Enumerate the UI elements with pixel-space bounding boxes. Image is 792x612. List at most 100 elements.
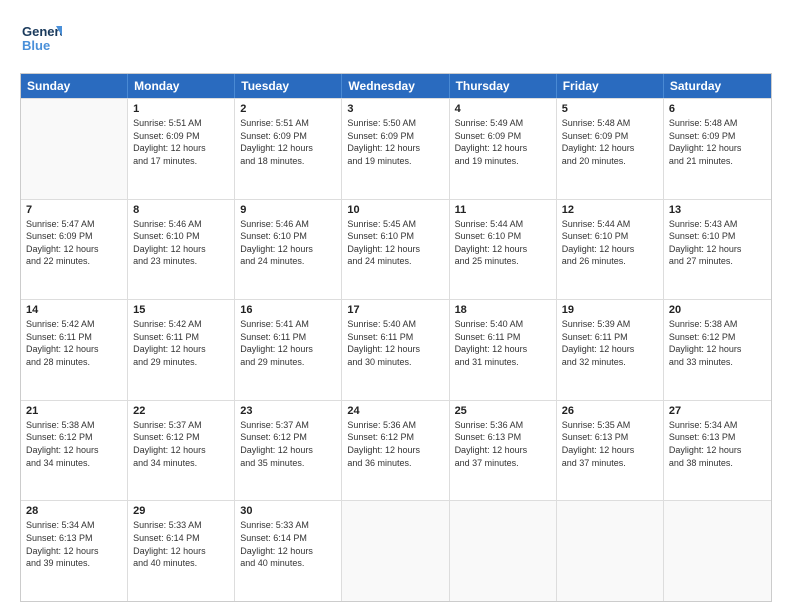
weekday-header: Tuesday <box>235 74 342 98</box>
day-number: 5 <box>562 103 658 115</box>
day-number: 14 <box>26 304 122 316</box>
calendar-cell: 2 Sunrise: 5:51 AM Sunset: 6:09 PM Daylig… <box>235 99 342 199</box>
calendar-cell: 8Sunrise: 5:46 AM Sunset: 6:10 PM Daylig… <box>128 200 235 300</box>
calendar-cell: 19 Sunrise: 5:39 AM Sunset: 6:11 PM Dayli… <box>557 300 664 400</box>
calendar-cell: 13 Sunrise: 5:43 AM Sunset: 6:10 PM Dayli… <box>664 200 771 300</box>
calendar-cell: 4 Sunrise: 5:49 AM Sunset: 6:09 PM Daylig… <box>450 99 557 199</box>
day-number: 19 <box>562 304 658 316</box>
day-number: 11 <box>455 204 551 216</box>
calendar-cell: 28 Sunrise: 5:34 AM Sunset: 6:13 PM Dayli… <box>21 501 128 601</box>
day-number: 26 <box>562 405 658 417</box>
calendar-cell <box>450 501 557 601</box>
cell-info: Sunrise: 5:49 AM Sunset: 6:09 PM Dayligh… <box>455 117 551 167</box>
calendar-row: 7 Sunrise: 5:47 AM Sunset: 6:09 PM Daylig… <box>21 199 771 300</box>
calendar-cell: 11 Sunrise: 5:44 AM Sunset: 6:10 PM Dayli… <box>450 200 557 300</box>
cell-info: Sunrise: 5:51 AM Sunset: 6:09 PM Dayligh… <box>240 117 336 167</box>
cell-info: Sunrise: 5:44 AM Sunset: 6:10 PM Dayligh… <box>455 218 551 268</box>
calendar-body: 1 Sunrise: 5:51 AM Sunset: 6:09 PM Daylig… <box>21 98 771 601</box>
cell-info: Sunrise: 5:34 AM Sunset: 6:13 PM Dayligh… <box>669 419 766 469</box>
calendar: SundayMondayTuesdayWednesdayThursdayFrid… <box>20 73 772 602</box>
cell-info: Sunrise: 5:38 AM Sunset: 6:12 PM Dayligh… <box>26 419 122 469</box>
cell-info: Sunrise: 5:37 AM Sunset: 6:12 PM Dayligh… <box>240 419 336 469</box>
day-number: 9 <box>240 204 336 216</box>
day-number: 12 <box>562 204 658 216</box>
cell-info: Sunrise: 5:34 AM Sunset: 6:13 PM Dayligh… <box>26 519 122 569</box>
svg-text:Blue: Blue <box>22 38 50 53</box>
calendar-cell: 26 Sunrise: 5:35 AM Sunset: 6:13 PM Dayli… <box>557 401 664 501</box>
day-number: 7 <box>26 204 122 216</box>
cell-info: Sunrise: 5:51 AM Sunset: 6:09 PM Dayligh… <box>133 117 229 167</box>
calendar-cell: 16 Sunrise: 5:41 AM Sunset: 6:11 PM Dayli… <box>235 300 342 400</box>
cell-info: Sunrise: 5:46 AM Sunset: 6:10 PM Dayligh… <box>240 218 336 268</box>
calendar-cell: 29Sunrise: 5:33 AM Sunset: 6:14 PM Dayli… <box>128 501 235 601</box>
cell-info: Sunrise: 5:37 AM Sunset: 6:12 PM Dayligh… <box>133 419 229 469</box>
calendar-cell: 6Sunrise: 5:48 AM Sunset: 6:09 PM Daylig… <box>664 99 771 199</box>
weekday-header: Monday <box>128 74 235 98</box>
day-number: 24 <box>347 405 443 417</box>
day-number: 15 <box>133 304 229 316</box>
cell-info: Sunrise: 5:39 AM Sunset: 6:11 PM Dayligh… <box>562 318 658 368</box>
day-number: 1 <box>133 103 229 115</box>
calendar-cell <box>664 501 771 601</box>
calendar-cell: 17 Sunrise: 5:40 AM Sunset: 6:11 PM Dayli… <box>342 300 449 400</box>
calendar-cell: 10 Sunrise: 5:45 AM Sunset: 6:10 PM Dayli… <box>342 200 449 300</box>
day-number: 4 <box>455 103 551 115</box>
page: General Blue SundayMondayTuesdayWednesda… <box>0 0 792 612</box>
calendar-cell: 20 Sunrise: 5:38 AM Sunset: 6:12 PM Dayli… <box>664 300 771 400</box>
day-number: 10 <box>347 204 443 216</box>
cell-info: Sunrise: 5:35 AM Sunset: 6:13 PM Dayligh… <box>562 419 658 469</box>
calendar-row: 1 Sunrise: 5:51 AM Sunset: 6:09 PM Daylig… <box>21 98 771 199</box>
cell-info: Sunrise: 5:40 AM Sunset: 6:11 PM Dayligh… <box>347 318 443 368</box>
calendar-cell: 30Sunrise: 5:33 AM Sunset: 6:14 PM Dayli… <box>235 501 342 601</box>
day-number: 22 <box>133 405 229 417</box>
calendar-cell: 14Sunrise: 5:42 AM Sunset: 6:11 PM Dayli… <box>21 300 128 400</box>
day-number: 18 <box>455 304 551 316</box>
weekday-header: Sunday <box>21 74 128 98</box>
calendar-cell: 24 Sunrise: 5:36 AM Sunset: 6:12 PM Dayli… <box>342 401 449 501</box>
cell-info: Sunrise: 5:40 AM Sunset: 6:11 PM Dayligh… <box>455 318 551 368</box>
calendar-cell <box>557 501 664 601</box>
calendar-cell: 5Sunrise: 5:48 AM Sunset: 6:09 PM Daylig… <box>557 99 664 199</box>
cell-info: Sunrise: 5:43 AM Sunset: 6:10 PM Dayligh… <box>669 218 766 268</box>
weekday-header: Wednesday <box>342 74 449 98</box>
cell-info: Sunrise: 5:41 AM Sunset: 6:11 PM Dayligh… <box>240 318 336 368</box>
calendar-cell: 1 Sunrise: 5:51 AM Sunset: 6:09 PM Daylig… <box>128 99 235 199</box>
calendar-cell: 15 Sunrise: 5:42 AM Sunset: 6:11 PM Dayli… <box>128 300 235 400</box>
cell-info: Sunrise: 5:42 AM Sunset: 6:11 PM Dayligh… <box>133 318 229 368</box>
calendar-cell: 25Sunrise: 5:36 AM Sunset: 6:13 PM Dayli… <box>450 401 557 501</box>
cell-info: Sunrise: 5:45 AM Sunset: 6:10 PM Dayligh… <box>347 218 443 268</box>
cell-info: Sunrise: 5:36 AM Sunset: 6:13 PM Dayligh… <box>455 419 551 469</box>
cell-info: Sunrise: 5:50 AM Sunset: 6:09 PM Dayligh… <box>347 117 443 167</box>
day-number: 23 <box>240 405 336 417</box>
day-number: 30 <box>240 505 336 517</box>
calendar-cell <box>342 501 449 601</box>
cell-info: Sunrise: 5:48 AM Sunset: 6:09 PM Dayligh… <box>669 117 766 167</box>
calendar-cell: 21Sunrise: 5:38 AM Sunset: 6:12 PM Dayli… <box>21 401 128 501</box>
calendar-cell: 7 Sunrise: 5:47 AM Sunset: 6:09 PM Daylig… <box>21 200 128 300</box>
day-number: 2 <box>240 103 336 115</box>
day-number: 28 <box>26 505 122 517</box>
calendar-cell: 22 Sunrise: 5:37 AM Sunset: 6:12 PM Dayli… <box>128 401 235 501</box>
cell-info: Sunrise: 5:47 AM Sunset: 6:09 PM Dayligh… <box>26 218 122 268</box>
day-number: 16 <box>240 304 336 316</box>
day-number: 13 <box>669 204 766 216</box>
cell-info: Sunrise: 5:33 AM Sunset: 6:14 PM Dayligh… <box>133 519 229 569</box>
logo: General Blue <box>20 18 68 65</box>
calendar-cell: 12 Sunrise: 5:44 AM Sunset: 6:10 PM Dayli… <box>557 200 664 300</box>
day-number: 17 <box>347 304 443 316</box>
weekday-header: Thursday <box>450 74 557 98</box>
weekday-header: Saturday <box>664 74 771 98</box>
calendar-cell: 23 Sunrise: 5:37 AM Sunset: 6:12 PM Dayli… <box>235 401 342 501</box>
cell-info: Sunrise: 5:44 AM Sunset: 6:10 PM Dayligh… <box>562 218 658 268</box>
header: General Blue <box>20 18 772 65</box>
calendar-header: SundayMondayTuesdayWednesdayThursdayFrid… <box>21 74 771 98</box>
calendar-cell: 18 Sunrise: 5:40 AM Sunset: 6:11 PM Dayli… <box>450 300 557 400</box>
calendar-row: 21Sunrise: 5:38 AM Sunset: 6:12 PM Dayli… <box>21 400 771 501</box>
day-number: 8 <box>133 204 229 216</box>
cell-info: Sunrise: 5:38 AM Sunset: 6:12 PM Dayligh… <box>669 318 766 368</box>
cell-info: Sunrise: 5:36 AM Sunset: 6:12 PM Dayligh… <box>347 419 443 469</box>
logo-icon: General Blue <box>20 18 62 60</box>
svg-text:General: General <box>22 24 62 39</box>
day-number: 20 <box>669 304 766 316</box>
weekday-header: Friday <box>557 74 664 98</box>
